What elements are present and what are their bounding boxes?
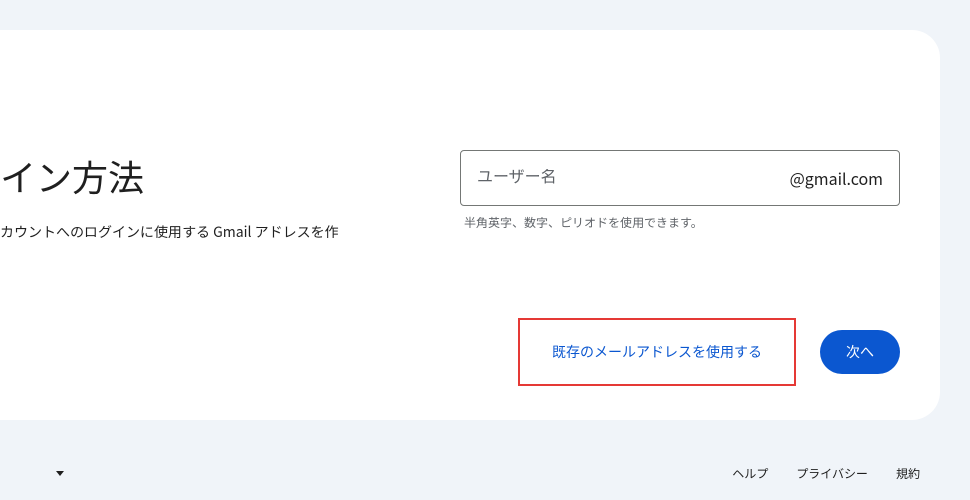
footer-links: ヘルプ プライバシー 規約 bbox=[732, 465, 920, 482]
input-helper-text: 半角英字、数字、ピリオドを使用できます。 bbox=[464, 214, 900, 231]
highlight-annotation: 既存のメールアドレスを使用する bbox=[518, 318, 796, 386]
privacy-link[interactable]: プライバシー bbox=[796, 465, 868, 482]
left-column: イン方法 カウントへのログインに使用する Gmail アドレスを作 bbox=[0, 70, 440, 390]
next-button[interactable]: 次へ bbox=[820, 330, 900, 374]
email-domain-suffix: @gmail.com bbox=[790, 166, 883, 190]
page-heading: イン方法 bbox=[0, 150, 440, 202]
chevron-down-icon bbox=[56, 471, 64, 476]
page-footer: ヘルプ プライバシー 規約 bbox=[0, 465, 940, 482]
help-link[interactable]: ヘルプ bbox=[732, 465, 768, 482]
page-subtext: カウントへのログインに使用する Gmail アドレスを作 bbox=[0, 222, 440, 243]
content-area: イン方法 カウントへのログインに使用する Gmail アドレスを作 @gmail… bbox=[0, 70, 900, 390]
action-row: 既存のメールアドレスを使用する 次へ bbox=[460, 318, 900, 390]
use-existing-email-button[interactable]: 既存のメールアドレスを使用する bbox=[540, 332, 774, 372]
language-selector[interactable] bbox=[40, 465, 74, 482]
terms-link[interactable]: 規約 bbox=[896, 465, 920, 482]
username-field-wrapper[interactable]: @gmail.com bbox=[460, 150, 900, 206]
right-column: @gmail.com 半角英字、数字、ピリオドを使用できます。 既存のメールアド… bbox=[440, 70, 900, 390]
signup-card: イン方法 カウントへのログインに使用する Gmail アドレスを作 @gmail… bbox=[0, 30, 940, 420]
username-input[interactable] bbox=[477, 169, 790, 187]
